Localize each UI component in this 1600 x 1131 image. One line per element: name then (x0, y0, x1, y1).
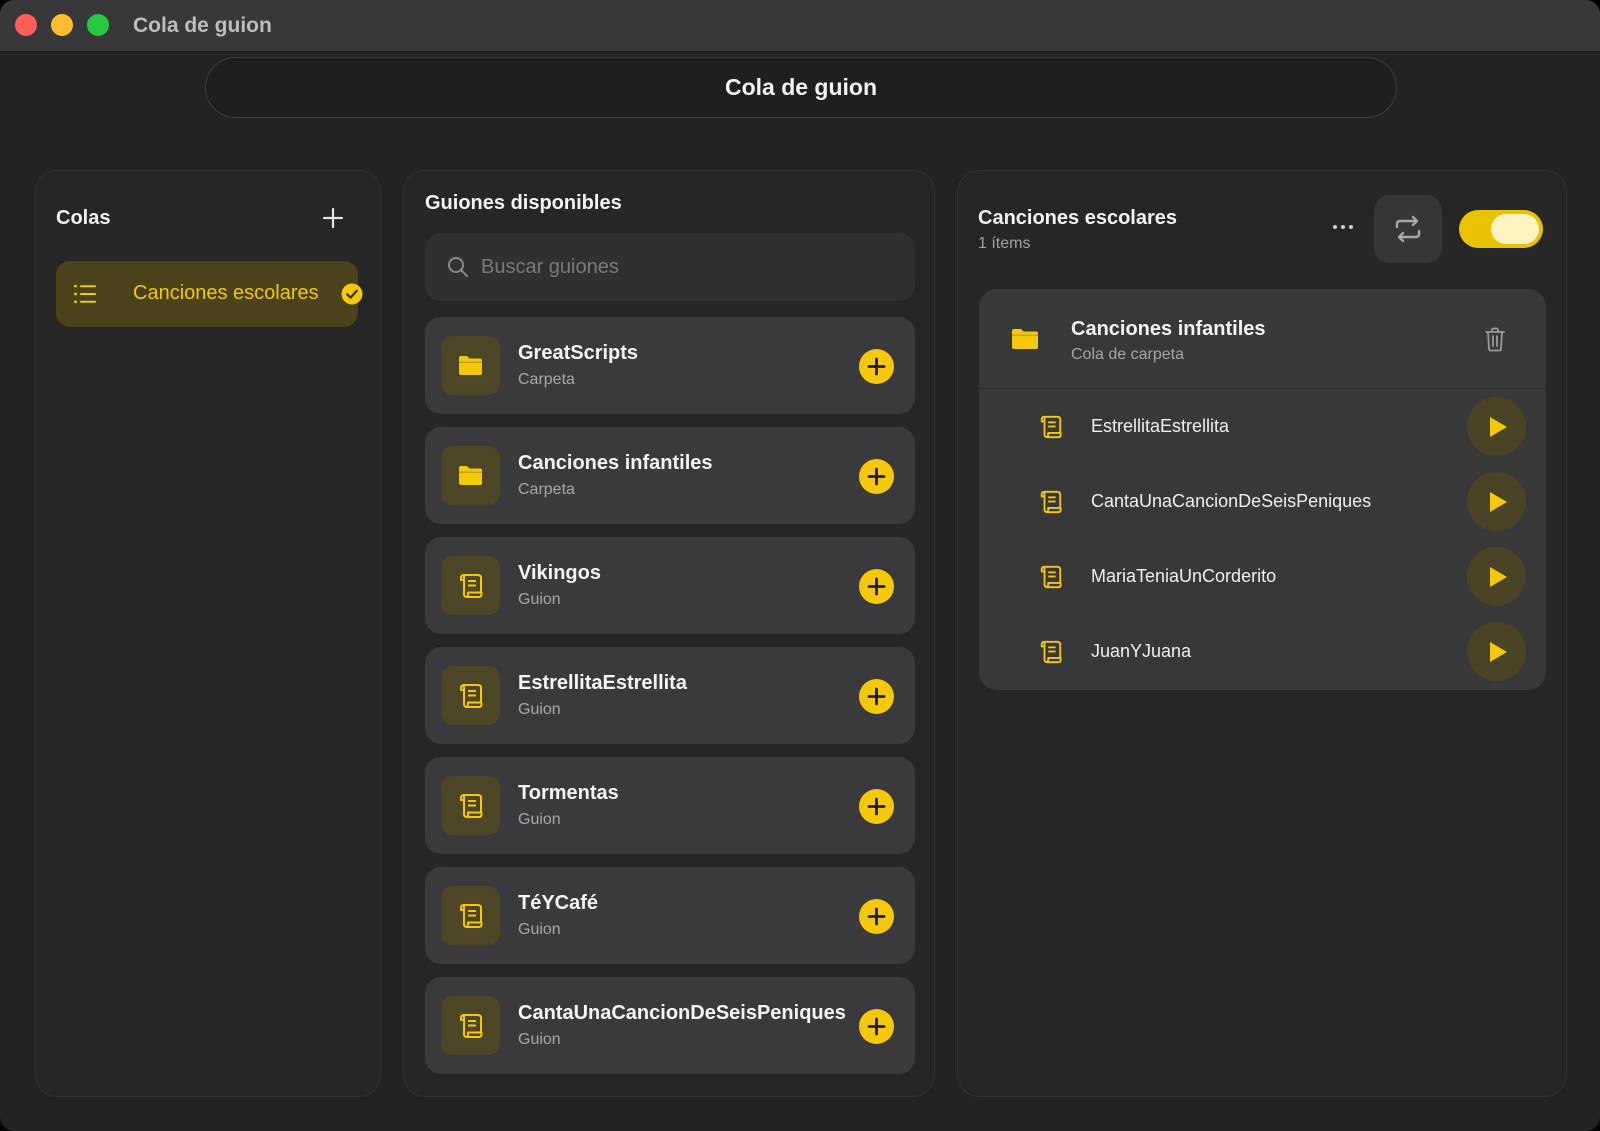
track-row: CantaUnaCancionDeSeisPeniques (979, 464, 1546, 539)
script-card-estrellitaestrellita[interactable]: EstrellitaEstrellita Guion (425, 647, 915, 744)
scroll-icon (1040, 640, 1062, 664)
script-name: EstrellitaEstrellita (518, 672, 687, 694)
search-box (425, 233, 915, 301)
list-icon (74, 285, 96, 303)
play-icon (1490, 642, 1507, 662)
scripts-title: Guiones disponibles (425, 192, 622, 214)
track-row: EstrellitaEstrellita (979, 389, 1546, 464)
title-bar: Cola de guion (0, 0, 1600, 52)
queue-item-canciones-escolares[interactable]: Canciones escolares (56, 261, 363, 327)
scroll-icon (460, 904, 483, 928)
script-card-vikingos[interactable]: Vikingos Guion (425, 537, 915, 634)
folder-icon (459, 466, 482, 485)
add-circle-icon[interactable] (859, 679, 894, 714)
play-icon (1490, 417, 1507, 437)
queue-item-label: Canciones escolares (133, 282, 319, 304)
script-kind: Carpeta (518, 371, 575, 388)
add-circle-icon[interactable] (859, 789, 894, 824)
scroll-icon (460, 684, 483, 708)
minimize-window-button[interactable] (51, 14, 73, 36)
scroll-icon (460, 574, 483, 598)
plus-icon (322, 207, 344, 229)
folder-icon (459, 356, 482, 375)
add-queue-button[interactable] (318, 203, 348, 233)
search-icon (448, 257, 469, 278)
script-card-cantaunacanciondeseispeniques[interactable]: CantaUnaCancionDeSeisPeniques Guion (425, 977, 915, 1074)
trash-icon[interactable] (1484, 327, 1506, 352)
folder-kind: Cola de carpeta (1071, 346, 1184, 363)
script-kind: Guion (518, 701, 561, 718)
queue-enabled-toggle[interactable] (1459, 210, 1543, 248)
scroll-icon (1040, 490, 1062, 514)
script-card-greatscripts[interactable]: GreatScripts Carpeta (425, 317, 915, 414)
play-icon (1490, 492, 1507, 512)
script-name: TéYCafé (518, 892, 599, 914)
add-circle-icon[interactable] (859, 459, 894, 494)
script-name: Vikingos (518, 562, 601, 584)
repeat-icon (1395, 215, 1421, 243)
script-kind: Carpeta (518, 481, 575, 498)
script-kind: Guion (518, 1031, 561, 1048)
scroll-icon (460, 1014, 483, 1038)
scroll-icon (460, 794, 483, 818)
track-name: CantaUnaCancionDeSeisPeniques (1091, 491, 1372, 511)
queue-item-count: 1 ítems (978, 235, 1031, 252)
add-circle-icon[interactable] (859, 1009, 894, 1044)
window-title: Cola de guion (133, 14, 272, 37)
script-card-canciones-infantiles[interactable]: Canciones infantiles Carpeta (425, 427, 915, 524)
script-list: GreatScripts Carpeta Canciones infantile… (425, 317, 915, 1087)
maximize-window-button[interactable] (87, 14, 109, 36)
queues-title: Colas (56, 207, 111, 229)
search-input[interactable] (481, 247, 901, 287)
script-name: CantaUnaCancionDeSeisPeniques (518, 1002, 846, 1024)
track-name: JuanYJuana (1091, 641, 1192, 661)
scroll-icon (1040, 565, 1062, 589)
toggle-knob (1491, 214, 1539, 244)
folder-name: Canciones infantiles (1071, 318, 1266, 340)
folder-icon (1012, 329, 1038, 349)
add-circle-icon[interactable] (859, 569, 894, 604)
script-kind: Guion (518, 811, 561, 828)
queues-panel: Colas Canciones escolares (35, 170, 381, 1097)
script-card-teycafe[interactable]: TéYCafé Guion (425, 867, 915, 964)
more-options-icon[interactable] (1330, 214, 1356, 240)
script-name: Tormentas (518, 782, 619, 804)
queue-detail-panel: Canciones escolares 1 ítems Canciones in… (957, 170, 1567, 1097)
scripts-panel: Guiones disponibles GreatScripts Carpeta (403, 170, 935, 1097)
play-button[interactable] (1467, 622, 1526, 681)
checkmark-circle-icon (341, 283, 363, 305)
track-name: EstrellitaEstrellita (1091, 416, 1230, 436)
play-button[interactable] (1467, 547, 1526, 606)
track-row: JuanYJuana (979, 614, 1546, 689)
track-name: MariaTeniaUnCorderito (1091, 566, 1277, 586)
play-button[interactable] (1467, 397, 1526, 456)
header-bar: Cola de guion (205, 57, 1397, 118)
page-title: Cola de guion (724, 74, 878, 100)
add-circle-icon[interactable] (859, 899, 894, 934)
queue-detail-title: Canciones escolares (978, 207, 1177, 229)
app-window: Cola de guion Cola de guion Colas Cancio… (0, 0, 1600, 1131)
play-button[interactable] (1467, 472, 1526, 531)
script-name: Canciones infantiles (518, 452, 713, 474)
close-window-button[interactable] (15, 14, 37, 36)
script-kind: Guion (518, 591, 561, 608)
play-icon (1490, 567, 1507, 587)
folder-queue-card: Canciones infantiles Cola de carpeta Est… (979, 289, 1546, 690)
track-row: MariaTeniaUnCorderito (979, 539, 1546, 614)
repeat-button[interactable] (1374, 195, 1442, 263)
add-circle-icon[interactable] (859, 349, 894, 384)
script-kind: Guion (518, 921, 561, 938)
folder-queue-header: Canciones infantiles Cola de carpeta (979, 289, 1546, 389)
script-card-tormentas[interactable]: Tormentas Guion (425, 757, 915, 854)
scroll-icon (1040, 415, 1062, 439)
script-name: GreatScripts (518, 342, 639, 364)
